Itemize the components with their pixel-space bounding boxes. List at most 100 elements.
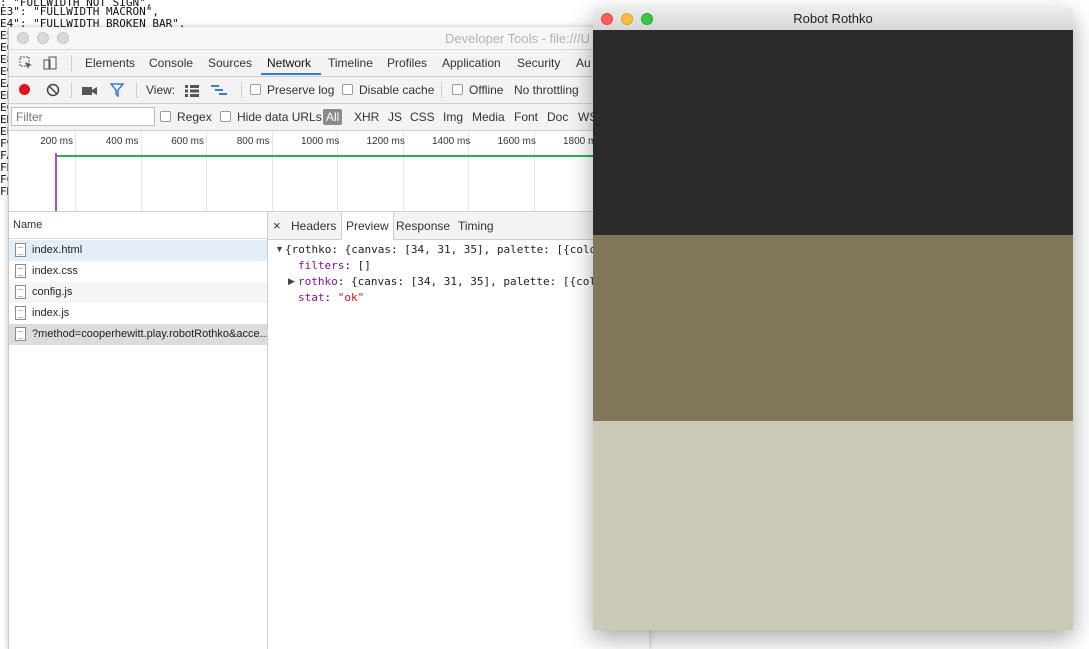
offline-checkbox[interactable] — [452, 84, 463, 95]
filter-icon[interactable] — [109, 83, 125, 102]
request-row[interactable]: ?method=cooperhewitt.play.robotRothko&ac… — [9, 324, 267, 345]
detail-tab-bar: × Headers Preview Response Timing — [268, 212, 649, 240]
robot-rothko-window: Robot Rothko — [593, 8, 1073, 630]
filter-type-css[interactable]: CSS — [410, 104, 435, 130]
color-band — [593, 421, 1073, 630]
clear-icon[interactable] — [46, 83, 60, 102]
disable-cache-checkbox[interactable] — [342, 84, 353, 95]
request-row[interactable]: index.js — [9, 303, 267, 324]
timeline-gridline — [206, 131, 207, 211]
filter-type-all[interactable]: All — [323, 109, 343, 125]
rothko-titlebar[interactable]: Robot Rothko — [593, 8, 1073, 31]
filter-type-img[interactable]: Img — [443, 104, 463, 130]
large-rows-icon[interactable] — [185, 84, 199, 102]
rothko-window-title: Robot Rothko — [793, 11, 873, 26]
devtools-titlebar[interactable]: Developer Tools - file:///U — [9, 27, 649, 50]
preview-filters: filters: [] — [298, 259, 371, 272]
throttling-select[interactable]: No throttling — [514, 77, 579, 103]
document-icon — [15, 327, 26, 341]
camera-icon[interactable] — [82, 84, 98, 102]
hide-data-urls-label: Hide data URLs — [237, 110, 322, 124]
timeline-tick-label: 1200 ms — [366, 136, 405, 147]
timeline-tick-label: 1600 ms — [497, 136, 536, 147]
request-name: index.css — [32, 265, 78, 277]
preview-root-object[interactable]: {rothko: {canvas: [34, 31, 35], palette:… — [285, 243, 596, 257]
close-detail-button[interactable]: × — [273, 212, 281, 239]
close-light-icon[interactable] — [17, 32, 29, 44]
timeline-tick-label: 600 ms — [171, 136, 204, 147]
preview-rothko[interactable]: rothko: {canvas: [34, 31, 35], palette: … — [298, 275, 603, 289]
network-toolbar: View: Preserve log Disable cache Offline… — [9, 77, 649, 104]
devtools-title: Developer Tools - file:///U — [445, 31, 590, 46]
devtools-tab-bar: Elements Console Sources Network Timelin… — [9, 50, 649, 77]
rothko-key: rothko — [298, 275, 338, 288]
inspect-element-icon[interactable] — [15, 50, 37, 76]
view-label: View: — [146, 83, 176, 97]
divider — [241, 82, 242, 98]
timeline-tick-label: 400 ms — [105, 136, 139, 147]
device-mode-icon[interactable] — [39, 50, 61, 76]
stat-key: stat — [298, 291, 325, 304]
waterfall-overview-icon[interactable] — [211, 84, 227, 102]
document-icon — [15, 264, 26, 278]
record-icon[interactable] — [18, 83, 31, 96]
tab-elements[interactable]: Elements — [85, 50, 135, 76]
network-overview-timeline[interactable]: 200 ms 400 ms 600 ms 800 ms 1000 ms 1200 ms 14… — [9, 131, 649, 212]
tab-audits[interactable]: Au — [576, 50, 591, 76]
color-band — [593, 30, 1073, 235]
zoom-light-icon[interactable] — [57, 32, 69, 44]
request-detail-panel: × Headers Preview Response Timing ▼ {rot… — [268, 212, 649, 649]
tab-timeline[interactable]: Timeline — [328, 50, 373, 76]
expanded-triangle-icon[interactable]: ▼ — [275, 244, 284, 254]
devtools-window: Developer Tools - file:///U Elements Con… — [8, 27, 649, 649]
filter-type-doc[interactable]: Doc — [547, 104, 568, 130]
request-name: index.html — [32, 244, 83, 256]
filter-input[interactable] — [11, 107, 155, 126]
disable-cache-label: Disable cache — [359, 83, 435, 97]
tab-response[interactable]: Response — [396, 212, 450, 239]
tab-application[interactable]: Application — [442, 50, 501, 76]
tab-sources[interactable]: Sources — [208, 50, 252, 76]
filters-value: [] — [357, 259, 371, 272]
request-name: index.js — [32, 307, 70, 319]
request-row[interactable]: index.css — [9, 261, 267, 282]
regex-checkbox[interactable] — [160, 111, 171, 122]
divider — [71, 55, 72, 71]
tab-security[interactable]: Security — [517, 50, 560, 76]
request-name: ?method=cooperhewitt.play.robotRothko&ac… — [32, 328, 267, 340]
timeline-tick-label: 1000 ms — [301, 136, 340, 147]
color-band — [593, 235, 1073, 421]
divider — [441, 82, 442, 98]
timeline-gridline — [75, 131, 76, 211]
active-tab-indicator — [261, 73, 321, 75]
requests-panel: Name index.html index.css config.js index.j… — [9, 212, 268, 649]
tab-profiles[interactable]: Profiles — [387, 50, 427, 76]
preview-stat: stat: "ok" — [298, 291, 365, 304]
timeline-tick-label: 800 ms — [236, 136, 270, 147]
divider — [71, 82, 72, 98]
preserve-log-label: Preserve log — [267, 83, 335, 97]
minimize-light-icon[interactable] — [37, 32, 49, 44]
timeline-tick-label: 200 ms — [40, 136, 73, 147]
filter-bar: Regex Hide data URLs All XHR JS CSS Img … — [9, 104, 649, 131]
request-row[interactable]: index.html — [9, 240, 267, 261]
tab-console[interactable]: Console — [149, 50, 193, 76]
filter-type-font[interactable]: Font — [514, 104, 538, 130]
filter-type-js[interactable]: JS — [388, 104, 402, 130]
tab-headers[interactable]: Headers — [291, 212, 336, 239]
divider — [136, 82, 137, 98]
hide-data-urls-checkbox[interactable] — [220, 111, 231, 122]
offline-label: Offline — [469, 83, 504, 97]
preserve-log-checkbox[interactable] — [250, 84, 261, 95]
tab-preview[interactable]: Preview — [341, 212, 394, 240]
request-row[interactable]: config.js — [9, 282, 267, 303]
name-column-header[interactable]: Name — [9, 212, 267, 239]
tab-timing[interactable]: Timing — [458, 212, 494, 239]
filter-type-media[interactable]: Media — [472, 104, 505, 130]
timeline-tick-label: 1800 ms — [563, 136, 602, 147]
filter-type-xhr[interactable]: XHR — [354, 104, 379, 130]
timeline-gridline — [140, 131, 142, 211]
collapsed-triangle-icon[interactable]: ▶ — [288, 276, 295, 287]
document-icon — [15, 285, 26, 299]
timeline-tick-label: 1400 ms — [432, 136, 471, 147]
